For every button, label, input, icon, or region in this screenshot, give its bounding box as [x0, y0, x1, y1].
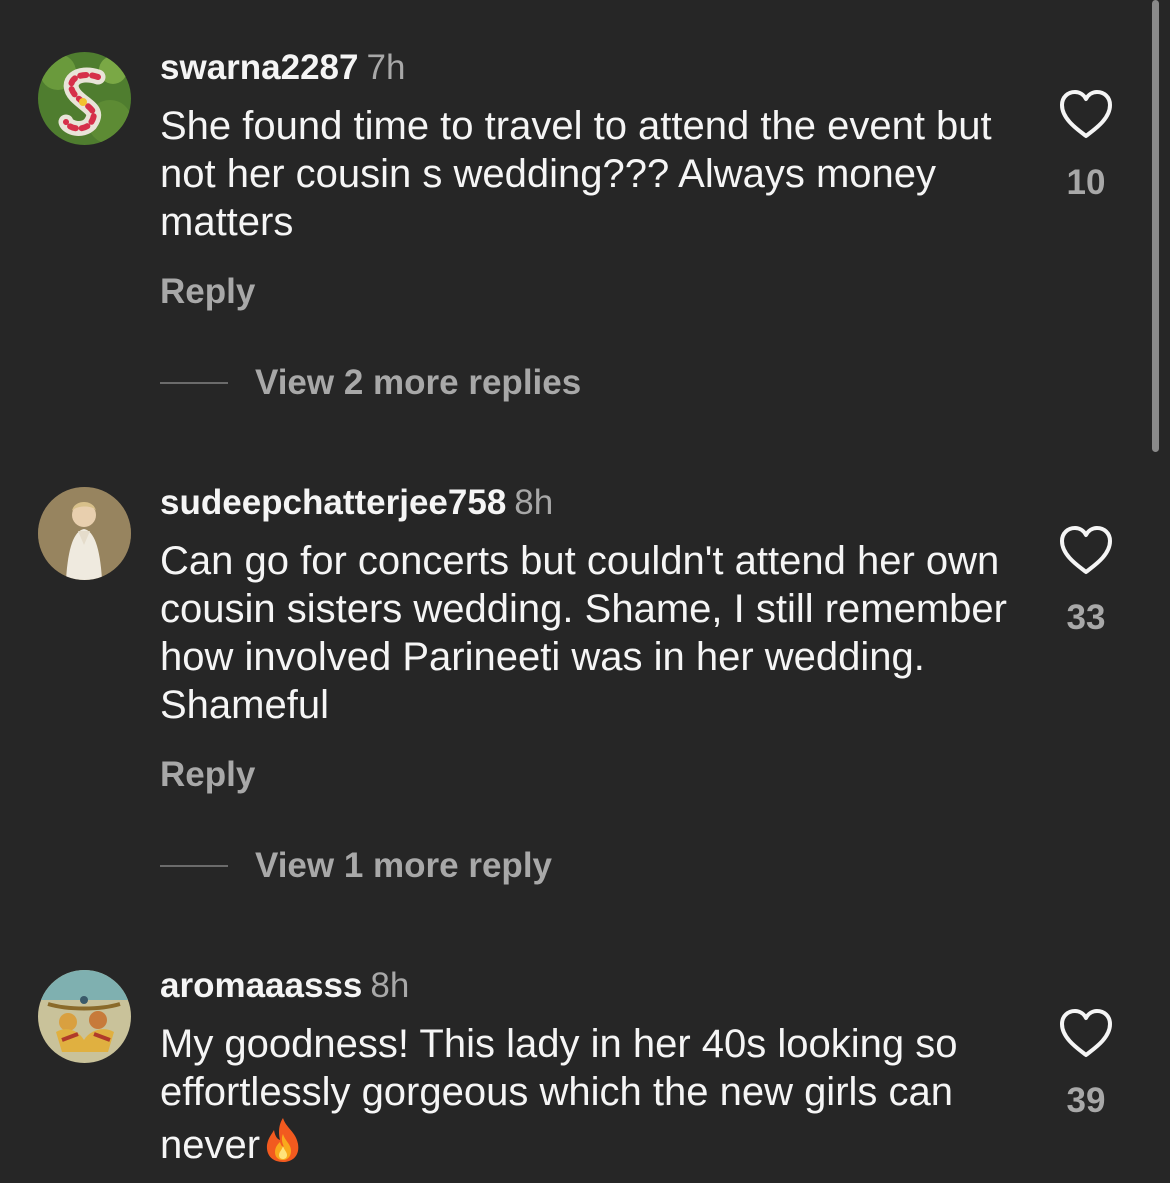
scrollbar[interactable]	[1152, 0, 1159, 452]
comment-text: My goodness! This lady in her 40s lookin…	[160, 1020, 1030, 1169]
fire-emoji-icon	[266, 1118, 299, 1162]
comment-header: aromaaasss 8h	[160, 966, 409, 1006]
heart-outline-icon[interactable]	[1058, 1007, 1114, 1059]
avatar-image	[38, 970, 131, 1063]
timestamp: 8h	[370, 966, 410, 1005]
username[interactable]: aromaaasss	[160, 966, 362, 1005]
like-count: 39	[1066, 1081, 1106, 1120]
comment-item: aromaaasss 8h My goodness! This lady in h…	[0, 0, 1170, 1183]
avatar[interactable]	[38, 970, 131, 1063]
